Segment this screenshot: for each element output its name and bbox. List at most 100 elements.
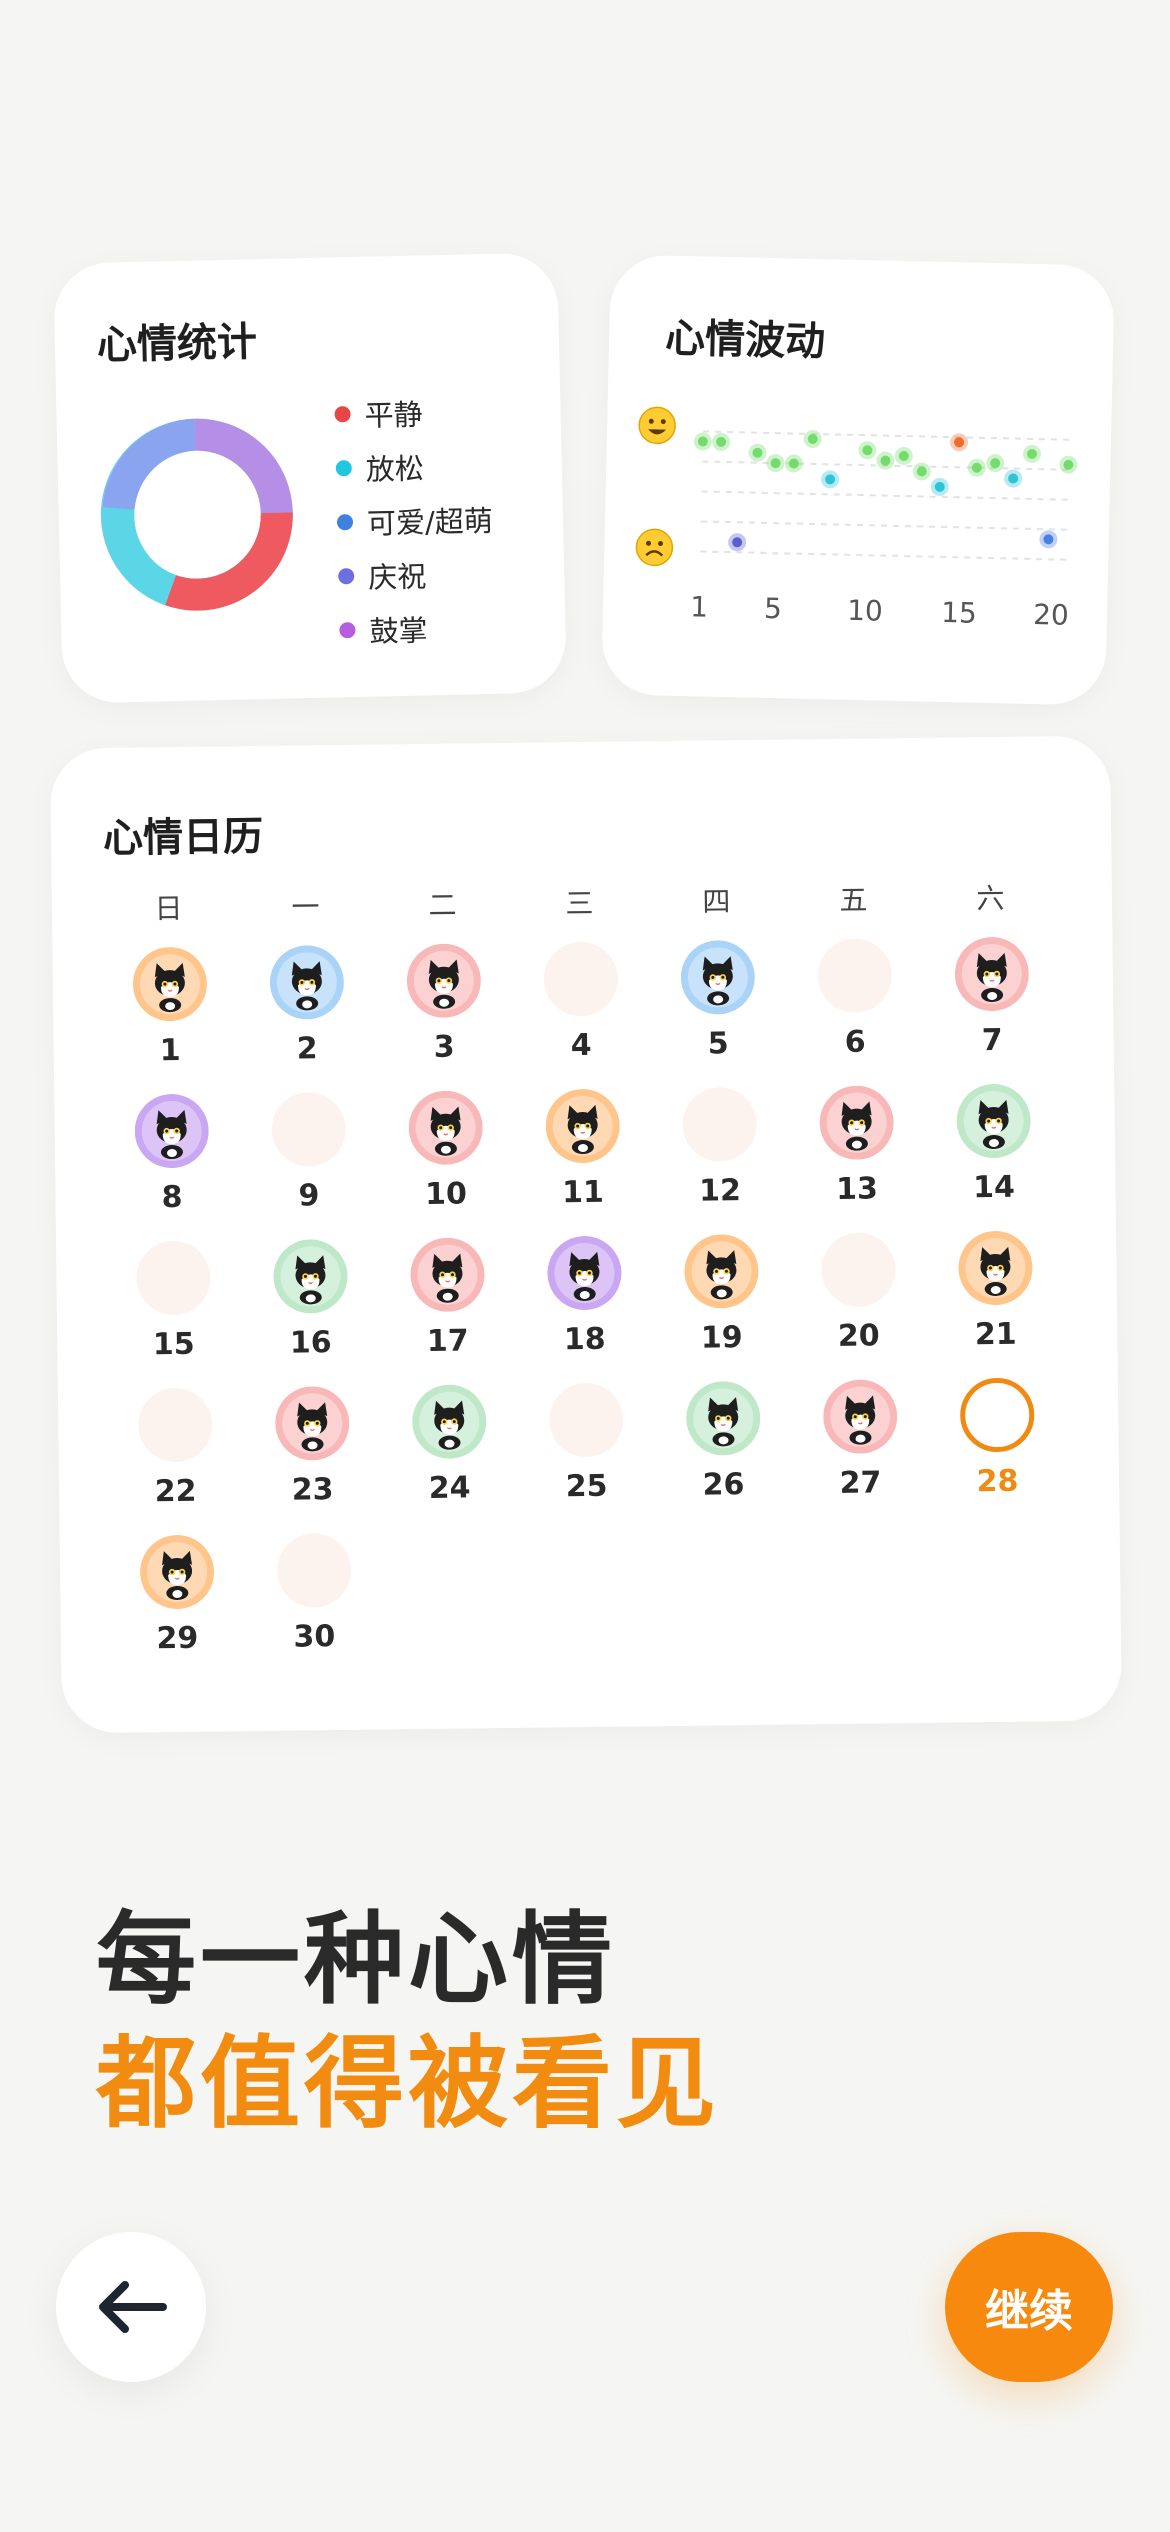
calendar-day[interactable]: 27 xyxy=(791,1379,930,1528)
continue-button[interactable]: 继续 xyxy=(945,2232,1113,2382)
x-tick-label: 5 xyxy=(764,592,783,625)
calendar-day[interactable]: 10 xyxy=(376,1090,515,1239)
calendar-day[interactable]: 9 xyxy=(239,1091,378,1241)
back-button[interactable] xyxy=(56,2232,206,2382)
cat-mood-sticker xyxy=(272,1239,347,1314)
calendar-day[interactable]: 20 xyxy=(789,1232,928,1381)
weekday-label: 二 xyxy=(428,888,457,922)
day-number: 22 xyxy=(154,1473,197,1510)
calendar-day[interactable]: 12 xyxy=(650,1086,789,1236)
mood-stats-card: 心情统计 平静 放松 可爱/超萌 庆祝 鼓掌 xyxy=(53,252,567,704)
calendar-day[interactable]: 28 xyxy=(928,1377,1067,1526)
mood-sticker xyxy=(685,1380,761,1456)
legend-dot xyxy=(334,406,351,423)
mood-sticker xyxy=(957,1230,1033,1306)
calendar-day[interactable]: 25 xyxy=(517,1382,656,1531)
day-number: 5 xyxy=(707,1026,729,1062)
grid-line xyxy=(701,490,1068,501)
grid-line xyxy=(700,520,1067,531)
mood-sticker xyxy=(272,1238,348,1314)
wave-points xyxy=(693,429,1078,552)
empty-day-circle xyxy=(135,1240,211,1316)
calendar-day[interactable]: 1 xyxy=(100,946,239,1095)
weekday-header: 日一二三四五六 xyxy=(100,876,1060,928)
day-number: 7 xyxy=(981,1022,1003,1059)
day-number: 23 xyxy=(291,1472,334,1508)
mood-sticker xyxy=(139,1534,215,1610)
calendar-day[interactable]: 3 xyxy=(374,943,513,1092)
cat-mood-sticker xyxy=(408,1090,483,1165)
calendar-day[interactable]: 7 xyxy=(922,936,1061,1085)
day-number: 3 xyxy=(433,1029,455,1065)
calendar-day[interactable]: 17 xyxy=(378,1237,517,1386)
mood-sticker xyxy=(409,1237,485,1313)
mood-sticker xyxy=(544,1088,620,1164)
weekday-label: 日 xyxy=(154,891,183,926)
calendar-day[interactable]: 24 xyxy=(380,1384,519,1533)
mood-sticker xyxy=(411,1384,487,1460)
calendar-day[interactable]: 8 xyxy=(102,1093,241,1242)
legend-dot xyxy=(335,460,352,477)
day-number: 17 xyxy=(426,1323,469,1359)
calendar-day[interactable]: 2 xyxy=(237,944,376,1094)
calendar-day[interactable]: 30 xyxy=(245,1532,384,1682)
legend-dot xyxy=(338,568,355,585)
empty-day-circle xyxy=(542,941,618,1017)
headline-line-1: 每一种心情 xyxy=(96,1901,616,2018)
weekday-label: 四 xyxy=(702,885,731,919)
mood-donut-chart xyxy=(100,418,293,611)
calendar-day[interactable]: 11 xyxy=(513,1088,652,1237)
cat-mood-sticker xyxy=(683,1234,758,1309)
day-number: 15 xyxy=(152,1326,195,1363)
mood-sticker xyxy=(822,1379,898,1455)
day-number: 26 xyxy=(702,1467,745,1503)
legend-label: 可爱/超萌 xyxy=(366,503,494,541)
mood-calendar-card: 心情日历 日一二三四五六 1 2 3 4 5 6 7 8 9 10 11 12 … xyxy=(50,735,1122,1734)
calendar-day[interactable]: 22 xyxy=(106,1387,245,1536)
day-number: 19 xyxy=(700,1320,743,1356)
cat-mood-sticker xyxy=(954,937,1029,1012)
calendar-day[interactable]: 19 xyxy=(652,1233,791,1383)
legend-label: 平静 xyxy=(364,397,423,433)
calendar-day[interactable]: 15 xyxy=(104,1240,243,1389)
empty-day-circle xyxy=(820,1232,896,1308)
grid-line xyxy=(700,550,1067,561)
cat-mood-sticker xyxy=(546,1236,621,1311)
calendar-day[interactable]: 26 xyxy=(654,1380,793,1530)
day-number: 20 xyxy=(837,1318,880,1354)
mood-stats-title: 心情统计 xyxy=(96,319,258,369)
empty-day-circle xyxy=(137,1387,213,1463)
happy-face-icon xyxy=(638,406,676,445)
calendar-day[interactable]: 6 xyxy=(785,938,924,1087)
cat-mood-sticker xyxy=(685,1381,760,1456)
day-number: 8 xyxy=(161,1179,183,1216)
mood-sticker xyxy=(955,1083,1031,1159)
mood-calendar-title: 心情日历 xyxy=(102,813,264,862)
cat-mood-sticker xyxy=(132,947,207,1022)
calendar-day[interactable]: 14 xyxy=(924,1083,1063,1232)
sad-face-icon xyxy=(635,528,674,567)
calendar-day[interactable]: 18 xyxy=(515,1235,654,1384)
legend-item: 放松 xyxy=(335,438,492,496)
empty-day-circle xyxy=(548,1382,624,1458)
day-number: 13 xyxy=(835,1171,879,1207)
calendar-day[interactable]: 29 xyxy=(108,1534,247,1683)
weekday-label: 五 xyxy=(839,883,868,917)
day-number: 6 xyxy=(844,1024,866,1060)
legend-label: 放松 xyxy=(365,451,425,487)
calendar-day[interactable]: 23 xyxy=(243,1385,382,1535)
legend-item: 庆祝 xyxy=(338,546,495,604)
day-number: 4 xyxy=(570,1027,592,1064)
calendar-day[interactable]: 16 xyxy=(241,1238,380,1388)
calendar-day[interactable]: 21 xyxy=(926,1230,1065,1379)
mood-sticker xyxy=(683,1233,759,1309)
cat-mood-sticker xyxy=(134,1094,209,1169)
calendar-day[interactable]: 13 xyxy=(787,1085,926,1234)
calendar-day[interactable]: 4 xyxy=(511,941,650,1090)
calendar-day[interactable]: 5 xyxy=(648,939,787,1089)
x-tick-label: 10 xyxy=(847,594,883,628)
day-number: 9 xyxy=(298,1178,320,1214)
empty-day-circle xyxy=(816,938,892,1014)
cat-mood-sticker xyxy=(956,1084,1031,1159)
mood-sticker xyxy=(818,1085,894,1161)
